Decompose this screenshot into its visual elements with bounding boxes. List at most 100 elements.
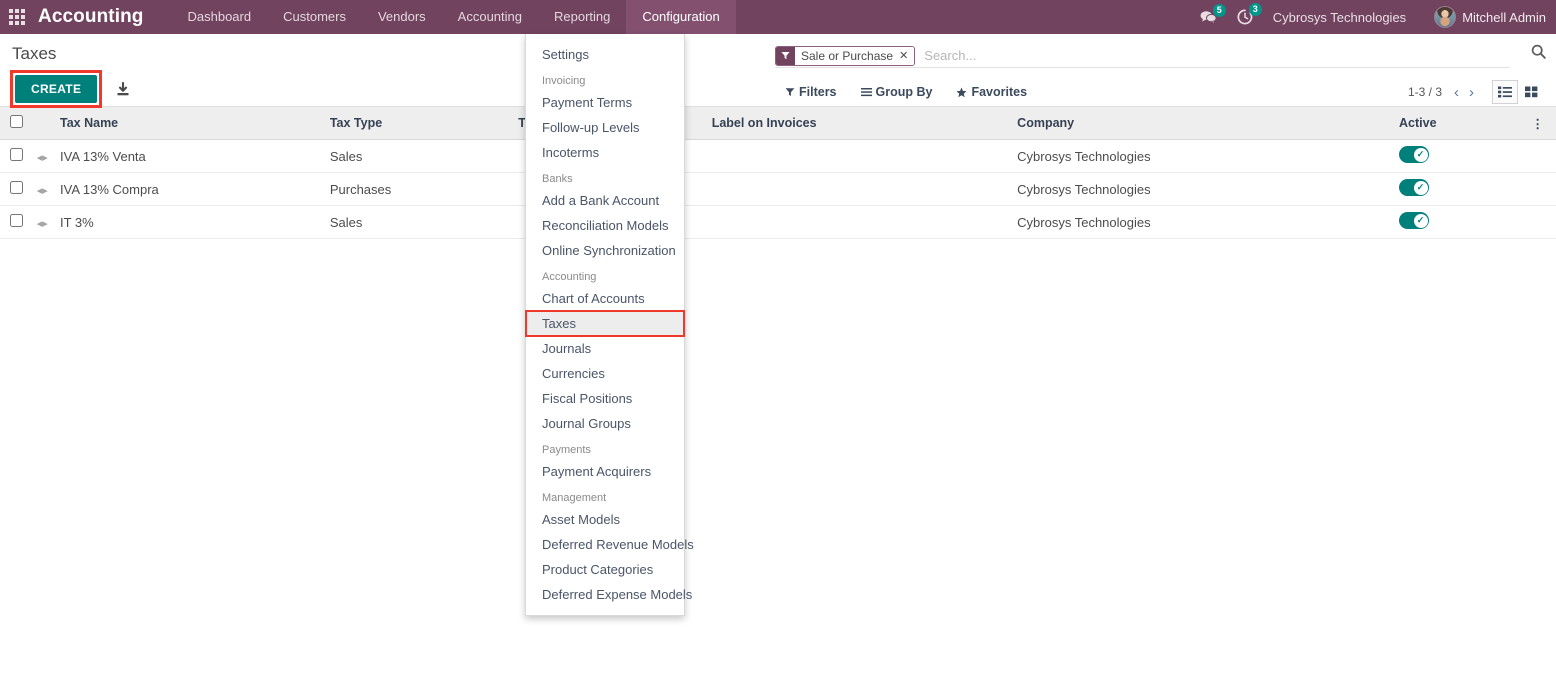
table-header-row: Tax Name Tax Type Tax Scope Label on Inv… — [0, 107, 1556, 140]
nav-item-dashboard[interactable]: Dashboard — [172, 0, 268, 34]
favorites-dropdown[interactable]: Favorites — [956, 85, 1027, 99]
nav-item-customers[interactable]: Customers — [267, 0, 362, 34]
row-checkbox[interactable] — [10, 181, 23, 194]
menu-item-chart-of-accounts[interactable]: Chart of Accounts — [526, 286, 684, 311]
column-header-active[interactable]: Active — [1393, 107, 1526, 140]
menu-item-journals[interactable]: Journals — [526, 336, 684, 361]
menu-item-add-a-bank-account[interactable]: Add a Bank Account — [526, 188, 684, 213]
menu-item-incoterms[interactable]: Incoterms — [526, 140, 684, 165]
page-title: Taxes — [12, 44, 57, 63]
cell-company: Cybrosys Technologies — [1011, 139, 1394, 173]
menu-item-deferred-expense-models[interactable]: Deferred Expense Models — [526, 582, 692, 607]
cell-tax-name: IVA 13% Venta — [54, 139, 324, 173]
menu-item-taxes[interactable]: Taxes — [525, 310, 685, 337]
cell-company: Cybrosys Technologies — [1011, 205, 1394, 239]
table-body: ◂▸ IVA 13% Venta Sales Cybrosys Technolo… — [0, 139, 1556, 239]
nav-item-configuration[interactable]: Configuration — [626, 0, 736, 34]
configuration-dropdown-menu: Settings Invoicing Payment Terms Follow-up … — [525, 34, 694, 616]
column-options-icon[interactable]: ⋮ — [1525, 107, 1556, 140]
menu-section-banks: Banks — [542, 173, 573, 185]
menu-item-asset-models[interactable]: Asset Models — [526, 507, 684, 532]
nav-item-accounting[interactable]: Accounting — [442, 0, 538, 34]
column-header-company[interactable]: Company — [1011, 107, 1394, 140]
filters-label: Filters — [799, 85, 837, 99]
menu-section-management: Management — [542, 492, 607, 504]
app-brand-title[interactable]: Accounting — [34, 6, 150, 28]
column-header-label-on-invoices[interactable]: Label on Invoices — [705, 107, 1012, 140]
row-drag-handle[interactable]: ◂▸ — [30, 139, 54, 173]
nav-item-reporting[interactable]: Reporting — [538, 0, 626, 34]
table-row[interactable]: ◂▸ IVA 13% Venta Sales Cybrosys Technolo… — [0, 139, 1556, 173]
handle-header — [30, 107, 54, 140]
messages-count-badge: 5 — [1212, 3, 1226, 17]
row-checkbox[interactable] — [10, 214, 23, 227]
row-drag-handle[interactable]: ◂▸ — [30, 205, 54, 239]
chat-bubble-icon[interactable]: 5 — [1200, 3, 1226, 25]
top-navbar: Accounting Dashboard Customers Vendors A… — [0, 0, 1556, 34]
search-view[interactable]: Sale or Purchase ✕ — [775, 44, 1510, 68]
list-view-icon[interactable] — [1492, 80, 1518, 104]
column-header-tax-name[interactable]: Tax Name — [54, 107, 324, 140]
search-icon[interactable] — [1531, 44, 1546, 62]
table-row[interactable]: ◂▸ IVA 13% Compra Purchases Cybrosys Tec… — [0, 172, 1556, 206]
menu-item-payment-terms[interactable]: Payment Terms — [526, 90, 684, 115]
select-all-header — [0, 107, 31, 140]
active-toggle[interactable]: ✓ — [1399, 146, 1430, 163]
cell-label-on-invoices — [705, 172, 1012, 206]
menu-item-deferred-revenue-models[interactable]: Deferred Revenue Models — [526, 532, 694, 557]
clock-icon[interactable]: 3 — [1237, 3, 1262, 25]
menu-item-product-categories[interactable]: Product Categories — [526, 557, 684, 582]
tax-list-view: Tax Name Tax Type Tax Scope Label on Inv… — [0, 107, 1556, 239]
menu-item-journal-groups[interactable]: Journal Groups — [526, 411, 684, 436]
row-select-cell — [0, 172, 31, 206]
kanban-view-icon[interactable] — [1518, 80, 1544, 104]
navbar-menu: Dashboard Customers Vendors Accounting R… — [172, 0, 736, 34]
user-avatar — [1434, 6, 1457, 28]
table-row[interactable]: ◂▸ IT 3% Sales Cybrosys Technologies ✓ — [0, 205, 1556, 239]
search-input[interactable] — [915, 48, 1510, 63]
row-drag-handle[interactable]: ◂▸ — [30, 172, 54, 206]
menu-item-currencies[interactable]: Currencies — [526, 361, 684, 386]
filter-icon — [776, 46, 795, 65]
cell-active: ✓ — [1393, 205, 1526, 239]
cell-label-on-invoices — [705, 139, 1012, 173]
cell-tax-name: IVA 13% Compra — [54, 172, 324, 206]
menu-section-payments: Payments — [542, 444, 591, 456]
active-toggle[interactable]: ✓ — [1399, 212, 1430, 229]
control-panel-buttons: CREATE — [10, 70, 130, 108]
cell-tax-type: Sales — [323, 205, 513, 239]
menu-item-reconciliation-models[interactable]: Reconciliation Models — [526, 213, 684, 238]
import-download-icon[interactable] — [116, 81, 130, 97]
menu-item-settings[interactable]: Settings — [526, 42, 684, 67]
menu-item-payment-acquirers[interactable]: Payment Acquirers — [526, 459, 684, 484]
tax-table: Tax Name Tax Type Tax Scope Label on Inv… — [0, 107, 1556, 239]
navbar-systray: 5 3 Cybrosys Technologies Mitchell Admin — [1200, 0, 1556, 34]
chevron-left-icon[interactable]: ‹ — [1454, 85, 1459, 100]
menu-item-follow-up-levels[interactable]: Follow-up Levels — [526, 115, 684, 140]
favorites-label: Favorites — [971, 85, 1028, 99]
close-icon[interactable]: ✕ — [899, 46, 915, 65]
user-menu[interactable]: Mitchell Admin — [1434, 6, 1546, 28]
groupby-dropdown[interactable]: Group By — [860, 85, 933, 99]
select-all-checkbox[interactable] — [10, 115, 23, 128]
row-checkbox[interactable] — [10, 148, 23, 161]
menu-item-fiscal-positions[interactable]: Fiscal Positions — [526, 386, 684, 411]
menu-item-online-synchronization[interactable]: Online Synchronization — [526, 238, 684, 263]
row-options-cell — [1525, 205, 1556, 239]
chevron-right-icon[interactable]: › — [1469, 85, 1474, 100]
company-switcher[interactable]: Cybrosys Technologies — [1273, 10, 1406, 25]
apps-grid-icon[interactable] — [0, 0, 34, 34]
search-facet-sale-or-purchase[interactable]: Sale or Purchase ✕ — [775, 45, 916, 66]
column-header-tax-type[interactable]: Tax Type — [323, 107, 513, 140]
cell-active: ✓ — [1393, 139, 1526, 173]
filters-dropdown[interactable]: Filters — [785, 85, 837, 99]
search-area: Sale or Purchase ✕ Filters — [775, 34, 1556, 107]
control-panel: Taxes CREATE Sale or Purchase ✕ Search..… — [0, 34, 1556, 108]
pager-counter[interactable]: 1-3 / 3 — [1408, 85, 1442, 99]
active-toggle[interactable]: ✓ — [1399, 179, 1430, 196]
cell-label-on-invoices — [705, 205, 1012, 239]
nav-item-vendors[interactable]: Vendors — [362, 0, 442, 34]
groupby-label: Group By — [875, 85, 933, 99]
create-button[interactable]: CREATE — [15, 75, 98, 103]
row-options-cell — [1525, 172, 1556, 206]
